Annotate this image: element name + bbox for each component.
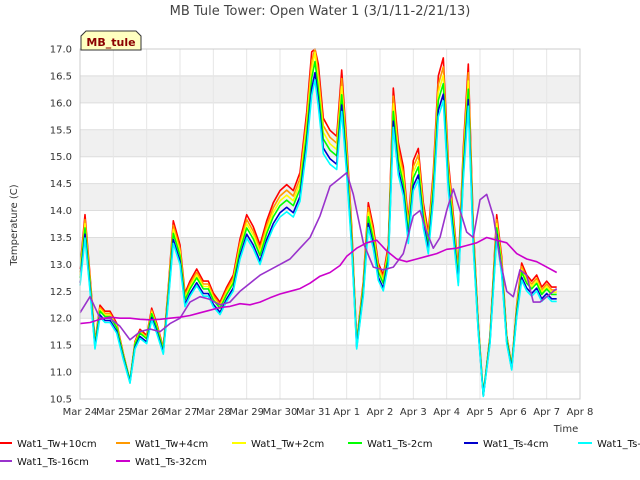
legend-label: Wat1_Ts-16cm <box>17 457 89 468</box>
x-tick-label: Mar 26 <box>129 407 164 418</box>
x-tick-label: Apr 8 <box>567 407 594 418</box>
y-tick-label: 11.5 <box>50 341 72 352</box>
legend-label: Wat1_Ts-8cm <box>597 439 640 450</box>
legend-item: Wat1_Tw+2cm <box>232 439 324 450</box>
x-tick-label: Mar 27 <box>163 407 198 418</box>
y-tick-label: 16.0 <box>50 98 72 109</box>
y-tick-label: 10.5 <box>50 395 72 406</box>
temperature-chart: MB Tule Tower: Open Water 1 (3/1/11-2/21… <box>0 4 640 468</box>
y-tick-label: 17.0 <box>50 45 72 56</box>
y-tick-label: 14.0 <box>50 206 72 217</box>
legend-label: Wat1_Tw+4cm <box>135 439 208 450</box>
y-tick-label: 12.5 <box>50 287 72 298</box>
legend-item: Wat1_Ts-8cm <box>578 439 640 450</box>
legend-item: Wat1_Tw+10cm <box>0 439 97 450</box>
y-axis-label: Temperature (C) <box>9 184 20 266</box>
y-tick-label: 15.0 <box>50 152 72 163</box>
y-tick-label: 13.0 <box>50 260 72 271</box>
x-tick-label: Mar 28 <box>196 407 231 418</box>
y-tick-label: 12.0 <box>50 314 72 325</box>
y-tick-label: 11.0 <box>50 368 72 379</box>
x-tick-label: Apr 4 <box>433 407 460 418</box>
x-axis-label: Time <box>553 424 578 435</box>
x-tick-label: Mar 24 <box>63 407 98 418</box>
legend-label: Wat1_Ts-2cm <box>367 439 433 450</box>
legend: Wat1_Tw+10cm Wat1_Tw+4cm Wat1_Tw+2cm Wat1_T… <box>0 439 640 468</box>
legend-label: Wat1_Ts-4cm <box>483 439 549 450</box>
grid-band <box>80 75 580 103</box>
badge-label: MB_tule <box>86 36 135 49</box>
grid-band <box>80 345 580 373</box>
legend-item: Wat1_Ts-4cm <box>464 439 549 450</box>
y-tick-label: 15.5 <box>50 125 72 136</box>
x-tick-label: Mar 29 <box>229 407 264 418</box>
legend-label: Wat1_Tw+2cm <box>251 439 324 450</box>
y-tick-label: 16.5 <box>50 71 72 82</box>
station-badge: MB_tule <box>80 30 142 51</box>
legend-item: Wat1_Ts-16cm <box>0 457 89 468</box>
x-tick-label: Mar 30 <box>263 407 298 418</box>
x-tick-label: Apr 2 <box>367 407 394 418</box>
y-tick-label: 13.5 <box>50 233 72 244</box>
x-tick-label: Apr 3 <box>400 407 427 418</box>
grid-band <box>80 237 580 265</box>
x-tick-label: Apr 5 <box>467 407 494 418</box>
legend-label: Wat1_Tw+10cm <box>17 439 97 450</box>
x-tick-label: Apr 7 <box>533 407 560 418</box>
legend-label: Wat1_Ts-32cm <box>135 457 207 468</box>
x-tick-label: Apr 6 <box>500 407 527 418</box>
legend-item: Wat1_Tw+4cm <box>116 439 208 450</box>
chart-title: MB Tule Tower: Open Water 1 (3/1/11-2/21… <box>170 4 471 19</box>
y-tick-label: 14.5 <box>50 179 72 190</box>
x-tick-label: Mar 25 <box>96 407 131 418</box>
x-tick-label: Mar 31 <box>296 407 331 418</box>
x-tick-label: Apr 1 <box>333 407 360 418</box>
plot-background <box>80 49 580 399</box>
legend-item: Wat1_Ts-32cm <box>116 457 207 468</box>
legend-item: Wat1_Ts-2cm <box>348 439 433 450</box>
